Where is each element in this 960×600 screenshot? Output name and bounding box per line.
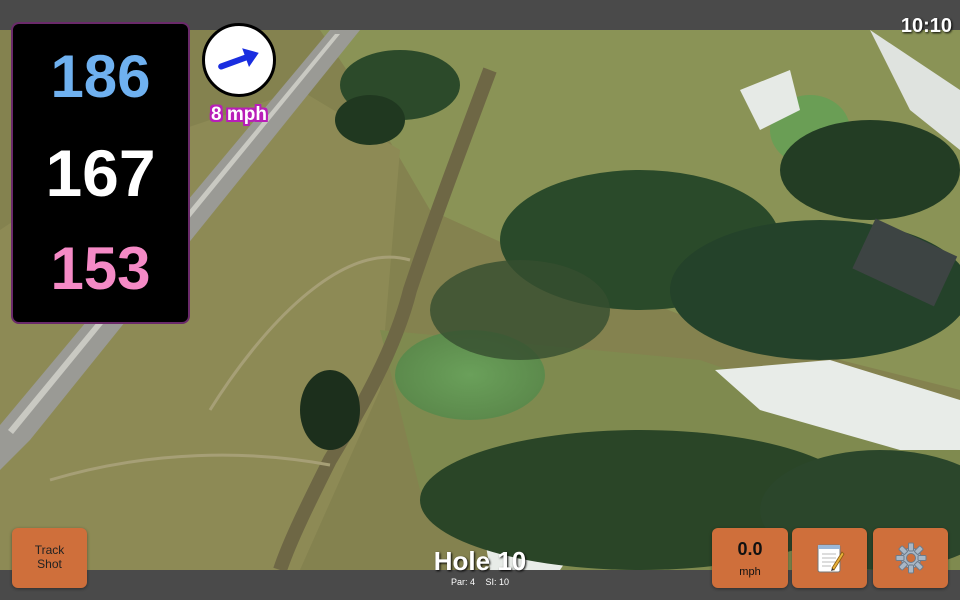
hole-stroke-index: SI: 10: [485, 577, 510, 587]
track-shot-label-line1: Track: [34, 543, 65, 558]
wind-direction-dial: [202, 23, 276, 97]
speed-unit: mph: [739, 565, 761, 578]
hole-title: Hole 10: [433, 546, 527, 576]
speed-value: 0.0: [737, 538, 763, 559]
wind-speed: 8 mph: [211, 104, 267, 125]
front-distance: 153: [50, 235, 151, 303]
hole-info: Par: 4 SI: 10: [380, 577, 580, 587]
distance-panel: 186 167 153: [11, 22, 190, 324]
settings-button[interactable]: [873, 528, 948, 588]
hole-par: Par: 4: [450, 577, 475, 587]
middle-distance: 167: [45, 135, 156, 210]
wind-arrow-icon: [218, 48, 259, 70]
speed-button[interactable]: 0.0 mph: [712, 528, 788, 588]
clock: 10:10: [900, 15, 952, 37]
track-shot-label-line2: Shot: [37, 557, 62, 571]
notepad-icon: [817, 544, 845, 573]
gear-icon: [895, 542, 926, 574]
track-shot-button[interactable]: Track Shot: [12, 528, 87, 588]
back-distance: 186: [50, 42, 151, 110]
notes-button[interactable]: [792, 528, 867, 588]
